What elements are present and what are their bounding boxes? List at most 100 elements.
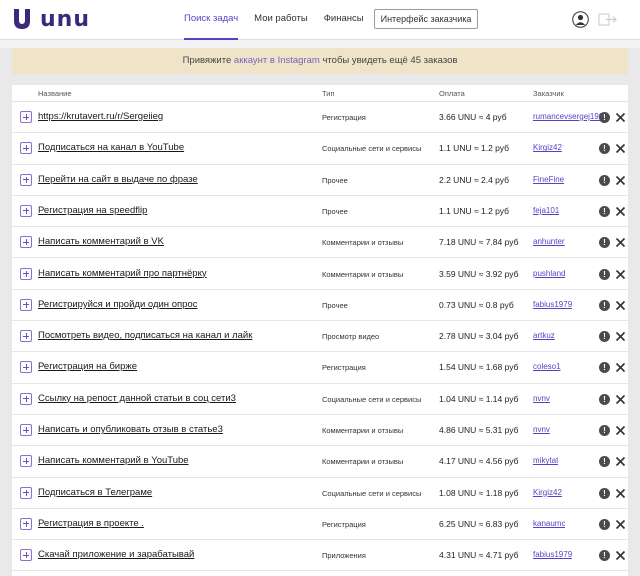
info-icon[interactable]: !	[599, 112, 610, 123]
expand-plus-icon[interactable]	[20, 298, 32, 311]
info-icon[interactable]: !	[599, 550, 610, 562]
expand-plus-icon[interactable]	[20, 486, 32, 499]
customer-link[interactable]: pushland	[533, 269, 565, 278]
header-pay[interactable]: Оплата	[439, 89, 465, 98]
task-title-link[interactable]: Написать комментарий в VK	[38, 236, 164, 247]
task-title-link[interactable]: Регистрация на бирже	[38, 361, 137, 372]
task-payment: 1.1 UNU ≈ 1.2 руб	[439, 143, 510, 154]
table-row: Скачай приложение и зарабатывай Приложени…	[12, 540, 628, 572]
task-payment: 6.25 UNU ≈ 6.83 руб	[439, 518, 519, 529]
info-icon[interactable]: !	[599, 456, 610, 468]
task-title-link[interactable]: Посмотреть видео, подписаться на канал и…	[38, 330, 252, 341]
table-row: Написать комментарий про партнёрку Коммен…	[12, 259, 628, 290]
close-icon[interactable]	[615, 206, 626, 217]
header-type[interactable]: Тип	[322, 89, 335, 98]
user-icon[interactable]	[572, 11, 589, 28]
expand-plus-icon[interactable]	[20, 236, 32, 249]
task-title-link[interactable]: Скачай приложение и зарабатывай	[38, 549, 194, 560]
expand-plus-icon[interactable]	[20, 267, 32, 280]
close-icon[interactable]	[615, 175, 626, 186]
info-icon[interactable]: !	[599, 143, 610, 155]
close-icon[interactable]	[615, 112, 626, 123]
customer-link[interactable]: coleso1	[533, 362, 561, 371]
customer-link[interactable]: nvnv	[533, 394, 550, 403]
close-icon[interactable]	[615, 519, 626, 530]
task-payment: 1.1 UNU ≈ 1.2 руб	[439, 205, 510, 216]
expand-plus-icon[interactable]	[20, 111, 32, 123]
instagram-banner: Привяжите аккаунт в Instagram чтобы увид…	[12, 48, 628, 74]
nav-task-search[interactable]: Поиск задач	[184, 0, 239, 40]
expand-plus-icon[interactable]	[20, 142, 32, 155]
task-title-link[interactable]: Регистрируйся и пройди один опрос	[38, 299, 197, 310]
customer-link[interactable]: kanaumc	[533, 519, 565, 528]
header-customer[interactable]: Заказчик	[533, 89, 564, 98]
expand-plus-icon[interactable]	[20, 204, 32, 217]
customer-link[interactable]: artkuz	[533, 331, 555, 340]
info-icon[interactable]: !	[599, 205, 610, 217]
info-icon[interactable]: !	[599, 174, 610, 186]
close-icon[interactable]	[615, 300, 626, 311]
task-title-link[interactable]: https://krutavert.ru/r/Sergeiieg	[38, 111, 163, 122]
customer-link[interactable]: fabius1979	[533, 300, 572, 309]
info-icon[interactable]: !	[599, 518, 610, 530]
expand-plus-icon[interactable]	[20, 392, 32, 405]
close-icon[interactable]	[615, 425, 626, 436]
expand-plus-icon[interactable]	[20, 455, 32, 468]
task-title-link[interactable]: Подписаться на канал в YouTube	[38, 142, 184, 153]
close-icon[interactable]	[615, 550, 626, 561]
table-row: Написать комментарий в VK Комментарии и о…	[12, 227, 628, 259]
close-icon[interactable]	[615, 362, 626, 373]
task-title-link[interactable]: Регистрация на speedflip	[38, 205, 147, 216]
close-icon[interactable]	[615, 331, 626, 342]
expand-plus-icon[interactable]	[20, 549, 32, 562]
task-type: Комментарии и отзывы	[322, 426, 404, 435]
table-row: Регистрация на speedflip Прочее 1.1 UNU ≈ …	[12, 196, 628, 228]
task-title-link[interactable]: Написать и опубликовать отзыв в статье3	[38, 424, 223, 435]
customer-link[interactable]: FineFine	[533, 175, 564, 184]
info-icon[interactable]: !	[599, 299, 610, 311]
customer-link[interactable]: feja101	[533, 206, 559, 215]
info-icon[interactable]: !	[599, 487, 610, 499]
task-title-link[interactable]: Перейти на сайт в выдаче по фразе	[38, 174, 198, 185]
info-icon[interactable]: !	[599, 268, 610, 280]
expand-plus-icon[interactable]	[20, 361, 32, 374]
customer-link[interactable]: Kirgiz42	[533, 143, 562, 152]
logout-icon[interactable]	[598, 13, 618, 26]
client-interface-button[interactable]: Интерфейс заказчика	[374, 9, 478, 29]
customer-link[interactable]: fabius1979	[533, 550, 572, 559]
task-payment: 3.59 UNU ≈ 3.92 руб	[439, 268, 519, 279]
expand-plus-icon[interactable]	[20, 173, 32, 186]
info-icon[interactable]: !	[599, 362, 610, 374]
table-row: Написать комментарий в YouTube Комментари…	[12, 446, 628, 478]
customer-link[interactable]: mikytat	[533, 456, 558, 465]
close-icon[interactable]	[615, 488, 626, 499]
info-icon[interactable]: !	[599, 393, 610, 405]
info-icon[interactable]: !	[599, 237, 610, 249]
close-icon[interactable]	[615, 456, 626, 467]
task-title-link[interactable]: Подписаться в Телеграме	[38, 487, 152, 498]
instagram-link[interactable]: аккаунт в Instagram	[234, 55, 320, 66]
task-title-link[interactable]: Регистрация в проекте .	[38, 518, 144, 529]
nav-finances[interactable]: Финансы	[324, 0, 364, 40]
sub-strip	[0, 40, 640, 48]
header-name[interactable]: Название	[38, 89, 72, 98]
task-type: Социальные сети и сервисы	[322, 144, 422, 154]
unu-logo[interactable]: unu	[12, 5, 90, 33]
task-title-link[interactable]: Написать комментарий про партнёрку	[38, 268, 207, 279]
customer-link[interactable]: anhunter	[533, 237, 565, 246]
close-icon[interactable]	[615, 237, 626, 248]
expand-plus-icon[interactable]	[20, 330, 32, 343]
info-icon[interactable]: !	[599, 331, 610, 343]
close-icon[interactable]	[615, 143, 626, 154]
expand-plus-icon[interactable]	[20, 517, 32, 530]
task-title-link[interactable]: Написать комментарий в YouTube	[38, 455, 189, 466]
customer-link[interactable]: nvnv	[533, 425, 550, 434]
close-icon[interactable]	[615, 394, 626, 405]
expand-plus-icon[interactable]	[20, 424, 32, 436]
close-icon[interactable]	[615, 269, 626, 280]
task-title-link[interactable]: Ссылку на репост данной статьи в соц сет…	[38, 393, 236, 404]
nav-my-works[interactable]: Мои работы	[254, 0, 308, 40]
customer-link[interactable]: Kirgiz42	[533, 488, 562, 497]
info-icon[interactable]: !	[599, 425, 610, 436]
customer-link[interactable]: rumancevsergej1992	[533, 112, 608, 121]
